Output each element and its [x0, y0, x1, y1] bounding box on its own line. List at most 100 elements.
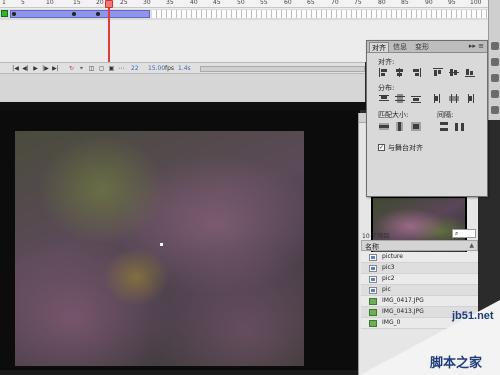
library-item-name: pic2	[382, 275, 395, 282]
swatch-icon[interactable]	[491, 74, 499, 82]
frame-number: 75	[354, 0, 362, 6]
align-right-icon[interactable]	[411, 68, 421, 77]
tab-info[interactable]: 信息	[391, 42, 409, 52]
library-item-name: pic3	[382, 264, 395, 271]
edit-multiple-frames-icon[interactable]: ▣	[108, 65, 115, 72]
frame-number: 70	[331, 0, 339, 6]
frame-number: 55	[260, 0, 268, 6]
frame-number: 20	[96, 0, 104, 6]
panel-tab-bar: 对齐 信息 变形 ▸▸ ≡	[367, 41, 487, 53]
layer-color-swatch[interactable]	[1, 10, 8, 17]
align-top-icon[interactable]	[433, 68, 443, 77]
mouse-cursor	[160, 243, 163, 246]
onion-markers-icon[interactable]: ⋯	[118, 65, 125, 72]
frame-number: 85	[401, 0, 409, 6]
playhead[interactable]	[108, 0, 110, 62]
stage-toolbar-area	[0, 74, 365, 102]
movie-clip-icon	[369, 265, 377, 272]
stage-bitmap-image[interactable]	[15, 131, 304, 366]
frame-number: 95	[448, 0, 456, 6]
watermark: jb51.net 脚本之家	[360, 300, 500, 375]
align-icon[interactable]	[491, 90, 499, 98]
frame-number: 5	[21, 0, 25, 6]
space-evenly-vertical-icon[interactable]	[439, 122, 449, 131]
playhead-handle[interactable]	[105, 0, 113, 8]
align-bottom-icon[interactable]	[465, 68, 475, 77]
library-icon[interactable]	[491, 42, 499, 50]
frame-number: 35	[166, 0, 174, 6]
frame-number: 90	[425, 0, 433, 6]
onion-skin-icon[interactable]: ◫	[88, 65, 95, 72]
align-section-label: 对齐:	[378, 58, 395, 66]
distribute-horizontal-center-icon[interactable]	[449, 94, 459, 103]
watermark-brand: 脚本之家	[430, 356, 483, 371]
panel-menu-icon[interactable]: ▸▸ ≡	[469, 42, 484, 50]
distribute-bottom-icon[interactable]	[411, 94, 421, 103]
onion-outline-icon[interactable]: ◻	[98, 65, 105, 72]
align-left-icon[interactable]	[379, 68, 389, 77]
frame-number: 65	[307, 0, 315, 6]
fps-unit: fps	[165, 65, 175, 72]
center-frame-icon[interactable]: ⌖	[78, 65, 85, 72]
frame-number: 50	[237, 0, 245, 6]
align-to-stage-label[interactable]: 与舞台对齐	[388, 143, 423, 153]
watermark-site: jb51.net	[452, 310, 494, 322]
current-frame-readout[interactable]: 22	[131, 65, 139, 72]
frame-number: 30	[143, 0, 151, 6]
distribute-left-icon[interactable]	[433, 94, 443, 103]
library-item[interactable]: pic2	[361, 274, 478, 285]
name-column-label[interactable]: 名称	[365, 242, 379, 252]
distribute-top-icon[interactable]	[379, 94, 389, 103]
play-button[interactable]: ▶	[32, 65, 39, 72]
timeline-scrollbar[interactable]	[200, 66, 365, 72]
distribute-vertical-center-icon[interactable]	[395, 94, 405, 103]
keyframe-dot[interactable]	[72, 12, 76, 16]
frame-rate-readout[interactable]: 15.00	[148, 65, 165, 72]
movie-clip-icon	[369, 276, 377, 283]
elapsed-time-readout: 1.4s	[178, 65, 191, 72]
go-to-first-frame-button[interactable]: |◀	[12, 65, 19, 72]
movie-clip-icon	[369, 287, 377, 294]
tab-align[interactable]: 对齐	[369, 42, 389, 52]
step-forward-button[interactable]: |▶	[42, 65, 49, 72]
color-icon[interactable]	[491, 58, 499, 66]
library-item[interactable]: pic	[361, 285, 478, 296]
empty-frames[interactable]	[152, 10, 500, 18]
timeline-controls: |◀ ◀| ▶ |▶ ▶| ↻ ⌖ ◫ ◻ ▣ ⋯ 22 15.00 fps 1…	[0, 62, 365, 74]
spacing-section-label: 间隔:	[437, 111, 454, 119]
frame-ruler[interactable]: 1 5 10 15 20 25 30 35 40 45 50 55 60 65 …	[0, 0, 500, 8]
frame-number: 1	[2, 0, 6, 6]
frame-number: 40	[190, 0, 198, 6]
transform-icon[interactable]	[491, 106, 499, 114]
align-vertical-center-icon[interactable]	[449, 68, 459, 77]
movie-clip-icon	[369, 254, 377, 261]
loop-icon[interactable]: ↻	[68, 65, 75, 72]
go-to-last-frame-button[interactable]: ▶|	[52, 65, 59, 72]
library-item-count: 10 个项目	[362, 233, 390, 240]
align-horizontal-center-icon[interactable]	[395, 68, 405, 77]
sort-arrow-icon[interactable]: ▲	[469, 242, 474, 249]
collapsed-panel-strip	[488, 0, 500, 120]
match-height-icon[interactable]	[395, 122, 405, 131]
library-item-name: pic	[382, 286, 391, 293]
frame-number: 45	[213, 0, 221, 6]
frame-number: 15	[73, 0, 81, 6]
keyframe-span[interactable]	[10, 10, 150, 18]
library-item[interactable]: pic3	[361, 263, 478, 274]
keyframe-dot[interactable]	[12, 12, 16, 16]
align-panel: 对齐 信息 变形 ▸▸ ≡ 对齐: 分布: 匹配大小: 间隔: ✓ 与舞台对齐	[366, 40, 488, 197]
align-to-stage-checkbox[interactable]: ✓	[378, 144, 385, 151]
match-size-section-label: 匹配大小:	[378, 111, 409, 119]
library-column-header[interactable]: 名称 ▲	[361, 240, 478, 251]
keyframe-dot[interactable]	[96, 12, 100, 16]
tab-transform[interactable]: 变形	[413, 42, 431, 52]
match-width-height-icon[interactable]	[411, 122, 421, 131]
distribute-right-icon[interactable]	[465, 94, 475, 103]
frame-number: 80	[378, 0, 386, 6]
step-back-button[interactable]: ◀|	[22, 65, 29, 72]
library-item[interactable]: picture	[361, 252, 478, 263]
library-item-name: picture	[382, 253, 403, 260]
match-width-icon[interactable]	[379, 122, 389, 131]
library-search-input[interactable]: ⌕	[452, 229, 476, 238]
space-evenly-horizontal-icon[interactable]	[455, 122, 465, 131]
